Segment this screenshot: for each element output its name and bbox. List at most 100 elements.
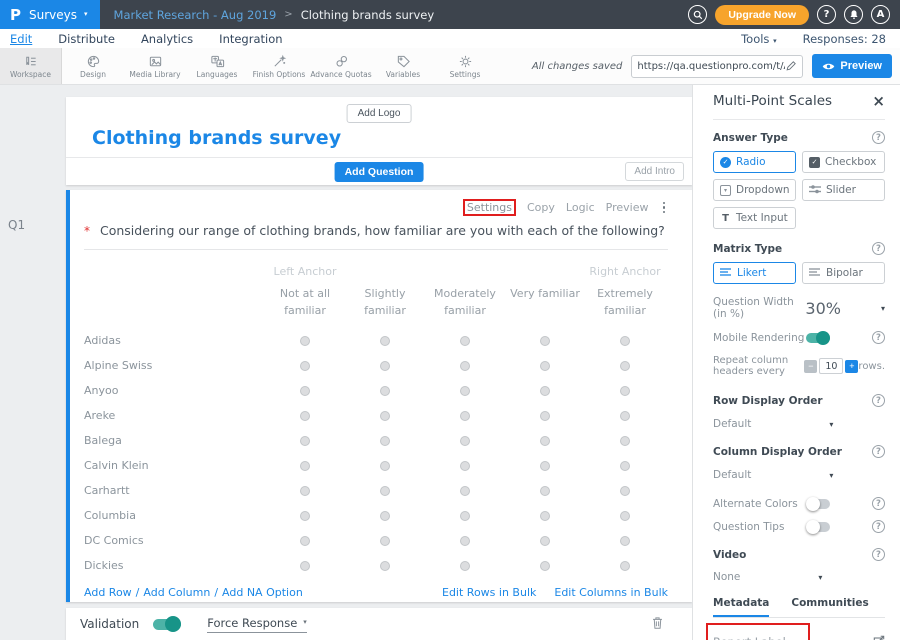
help-icon[interactable]: ? (872, 394, 885, 407)
validation-toggle[interactable] (153, 619, 181, 630)
open-editor-icon[interactable] (873, 632, 885, 640)
column-header[interactable]: Very familiar (505, 285, 585, 302)
radio-button[interactable] (460, 411, 470, 421)
question-settings-button[interactable]: Settings (463, 199, 516, 216)
row-label[interactable]: Carhartt (84, 484, 265, 497)
toolbar-finish-options[interactable]: Finish Options (248, 48, 310, 84)
radio-button[interactable] (540, 461, 550, 471)
radio-button[interactable] (620, 411, 630, 421)
radio-button[interactable] (460, 511, 470, 521)
radio-button[interactable] (300, 511, 310, 521)
question-width-value[interactable]: 30% (805, 299, 841, 318)
tab-integration[interactable]: Integration (219, 32, 282, 46)
add-row-link[interactable]: Add Row (84, 586, 132, 599)
radio-button[interactable] (620, 436, 630, 446)
question-copy-button[interactable]: Copy (527, 201, 555, 214)
increment-button[interactable]: + (845, 360, 858, 373)
radio-button[interactable] (380, 336, 390, 346)
delete-question-button[interactable] (651, 615, 664, 634)
radio-button[interactable] (300, 336, 310, 346)
repeat-headers-value[interactable]: 10 (819, 358, 843, 374)
radio-button[interactable] (380, 486, 390, 496)
question-logic-button[interactable]: Logic (566, 201, 595, 214)
row-label[interactable]: Alpine Swiss (84, 359, 265, 372)
answer-type-radio[interactable]: ✓ Radio (713, 151, 796, 173)
question-text[interactable]: Considering our range of clothing brands… (100, 223, 665, 238)
row-label[interactable]: Balega (84, 434, 265, 447)
radio-button[interactable] (620, 561, 630, 571)
radio-button[interactable] (380, 511, 390, 521)
tab-metadata[interactable]: Metadata (713, 597, 769, 617)
add-intro-button[interactable]: Add Intro (625, 162, 684, 181)
column-display-order-select[interactable]: Default ▾ (713, 469, 885, 481)
mobile-rendering-toggle[interactable] (806, 333, 830, 343)
answer-type-checkbox[interactable]: ✓ Checkbox (802, 151, 885, 173)
radio-button[interactable] (460, 486, 470, 496)
question-more-menu[interactable] (660, 202, 669, 214)
close-icon[interactable]: × (872, 94, 885, 109)
help-icon[interactable]: ? (872, 548, 885, 561)
radio-button[interactable] (380, 386, 390, 396)
radio-button[interactable] (540, 536, 550, 546)
help-icon[interactable]: ? (872, 497, 885, 510)
radio-button[interactable] (300, 386, 310, 396)
tools-menu[interactable]: Tools ▾ (741, 32, 777, 46)
row-label[interactable]: Dickies (84, 559, 265, 572)
row-display-order-select[interactable]: Default ▾ (713, 418, 885, 430)
video-select[interactable]: None ▾ (713, 571, 885, 583)
radio-button[interactable] (460, 386, 470, 396)
notifications-button[interactable] (844, 5, 863, 24)
row-label[interactable]: DC Comics (84, 534, 265, 547)
toolbar-languages[interactable]: Languages (186, 48, 248, 84)
add-logo-button[interactable]: Add Logo (347, 104, 412, 123)
radio-button[interactable] (540, 411, 550, 421)
add-column-link[interactable]: Add Column (143, 586, 210, 599)
help-icon[interactable]: ? (872, 520, 885, 533)
survey-title[interactable]: Clothing brands survey (92, 127, 692, 149)
survey-url-input[interactable] (637, 61, 785, 72)
radio-button[interactable] (380, 411, 390, 421)
row-label[interactable]: Calvin Klein (84, 459, 265, 472)
matrix-type-bipolar[interactable]: Bipolar (802, 262, 885, 284)
validation-type-select[interactable]: Force Response ▾ (207, 616, 307, 633)
radio-button[interactable] (460, 336, 470, 346)
radio-button[interactable] (540, 361, 550, 371)
column-header[interactable]: Not at all familiar (265, 285, 345, 319)
add-na-option-link[interactable]: Add NA Option (222, 586, 303, 599)
avatar[interactable]: A (871, 5, 890, 24)
decrement-button[interactable]: − (804, 360, 817, 373)
toolbar-settings[interactable]: Settings (434, 48, 496, 84)
alternate-colors-toggle[interactable] (806, 499, 830, 509)
responses-count[interactable]: Responses: 28 (803, 32, 886, 46)
column-header[interactable]: Moderately familiar (425, 285, 505, 319)
search-button[interactable] (688, 5, 707, 24)
radio-button[interactable] (460, 461, 470, 471)
radio-button[interactable] (380, 461, 390, 471)
radio-button[interactable] (540, 436, 550, 446)
radio-button[interactable] (300, 436, 310, 446)
radio-button[interactable] (620, 336, 630, 346)
edit-rows-bulk-link[interactable]: Edit Rows in Bulk (442, 586, 536, 599)
help-icon[interactable]: ? (872, 131, 885, 144)
radio-button[interactable] (460, 536, 470, 546)
edit-url-button[interactable] (785, 57, 797, 76)
radio-button[interactable] (460, 361, 470, 371)
radio-button[interactable] (300, 486, 310, 496)
radio-button[interactable] (460, 561, 470, 571)
radio-button[interactable] (300, 561, 310, 571)
answer-type-text-input[interactable]: T Text Input (713, 207, 796, 229)
tab-communities[interactable]: Communities (791, 597, 868, 617)
radio-button[interactable] (620, 386, 630, 396)
breadcrumb-folder[interactable]: Market Research - Aug 2019 (114, 8, 277, 22)
radio-button[interactable] (380, 361, 390, 371)
radio-button[interactable] (380, 436, 390, 446)
question-tips-toggle[interactable] (806, 522, 830, 532)
radio-button[interactable] (540, 561, 550, 571)
toolbar-variables[interactable]: Variables (372, 48, 434, 84)
help-icon[interactable]: ? (872, 331, 885, 344)
toolbar-design[interactable]: Design (62, 48, 124, 84)
radio-button[interactable] (540, 486, 550, 496)
toolbar-advance-quotas[interactable]: Advance Quotas (310, 48, 372, 84)
product-switcher[interactable]: P Surveys ▾ (0, 0, 100, 29)
column-header[interactable]: Slightly familiar (345, 285, 425, 319)
